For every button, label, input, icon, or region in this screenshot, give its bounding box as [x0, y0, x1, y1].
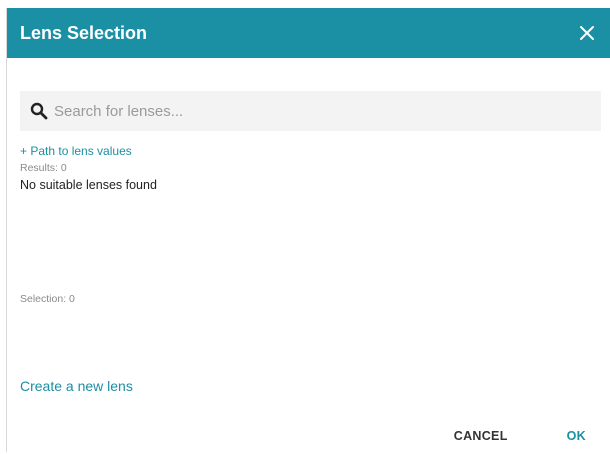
cancel-button[interactable]: CANCEL	[454, 429, 508, 443]
dialog-footer: CANCEL OK	[454, 429, 586, 443]
dialog-body: + Path to lens values Results: 0 No suit…	[7, 91, 610, 192]
close-button[interactable]	[574, 20, 600, 46]
results-count: Results: 0	[20, 162, 67, 174]
dialog-header: Lens Selection	[7, 8, 610, 58]
close-icon	[580, 26, 594, 40]
create-new-lens-link[interactable]: Create a new lens	[20, 378, 133, 394]
search-box[interactable]	[20, 91, 601, 131]
selection-count: Selection: 0	[20, 293, 75, 305]
lens-selection-dialog: Lens Selection + Path to lens values Res…	[6, 8, 610, 452]
search-icon	[30, 102, 48, 120]
ok-button[interactable]: OK	[567, 429, 586, 443]
dialog-title: Lens Selection	[20, 22, 148, 43]
search-input[interactable]	[54, 102, 591, 120]
results-empty-message: No suitable lenses found	[20, 178, 157, 192]
path-to-lens-values-link[interactable]: + Path to lens values	[20, 144, 132, 158]
